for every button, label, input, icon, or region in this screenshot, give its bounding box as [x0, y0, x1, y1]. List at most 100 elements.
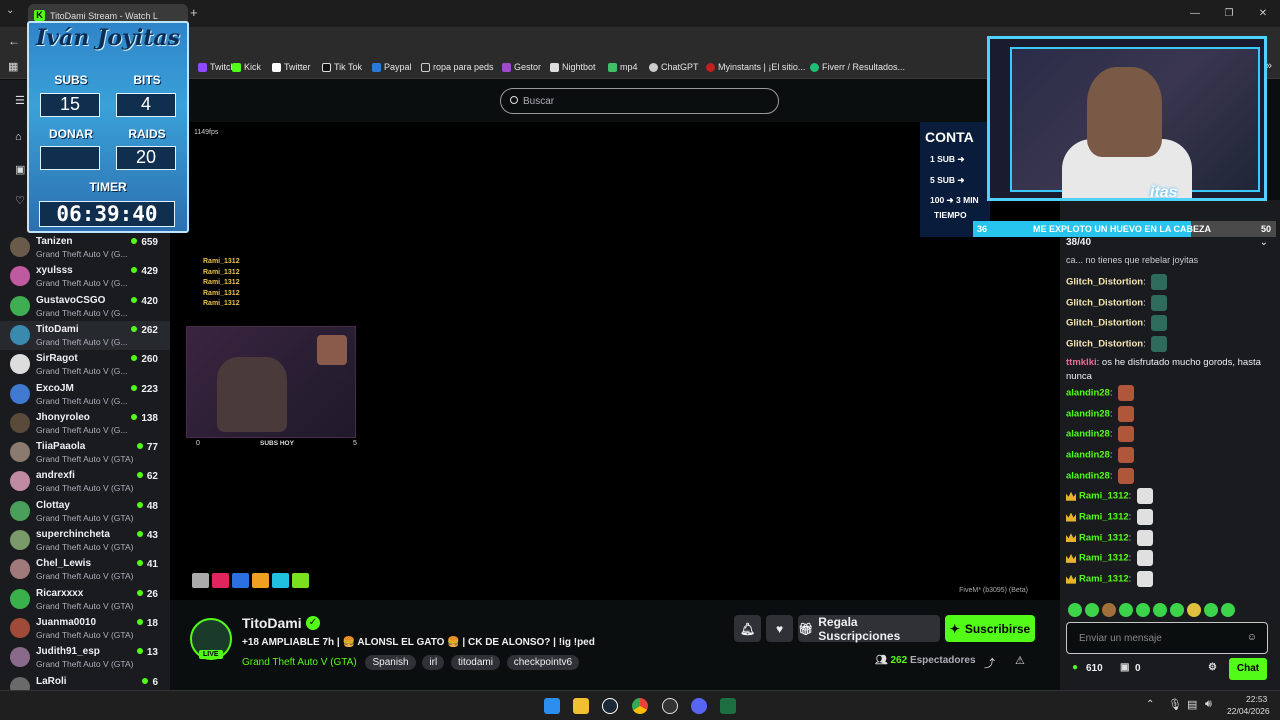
- close-window-button[interactable]: ✕: [1246, 0, 1280, 27]
- emote-icon[interactable]: [1204, 603, 1218, 617]
- quick-emotes: [1068, 603, 1268, 619]
- sidebar-channel-item[interactable]: andrexfi Grand Theft Auto V (GTA) 62: [0, 467, 170, 496]
- chat-username[interactable]: Glitch_Distortion: [1066, 318, 1143, 329]
- bookmark-kick[interactable]: Kick: [232, 55, 261, 79]
- home-icon[interactable]: ⌂: [15, 131, 27, 143]
- apps-icon[interactable]: ▦: [8, 60, 18, 73]
- sidebar-channel-item[interactable]: Judith91_esp Grand Theft Auto V (GTA) 13: [0, 643, 170, 672]
- emote-icon[interactable]: [1221, 603, 1235, 617]
- bookmark-fiverr[interactable]: Fiverr / Resultados...: [810, 55, 905, 79]
- avatar: [10, 588, 30, 609]
- sidebar-channel-item[interactable]: ExcoJM Grand Theft Auto V (G... 223: [0, 380, 170, 409]
- menu-icon[interactable]: ☰: [15, 95, 27, 107]
- chat-username[interactable]: Glitch_Distortion: [1066, 297, 1143, 308]
- file-explorer-icon[interactable]: [573, 698, 589, 714]
- tray-chevron-icon[interactable]: ⌃: [1146, 699, 1154, 710]
- gift-subs-button[interactable]: 🎁︎ Regala Suscripciones: [798, 615, 940, 643]
- emote-icon[interactable]: [1068, 603, 1082, 617]
- channel-name[interactable]: TitoDami: [242, 615, 302, 631]
- emote-icon[interactable]: [1085, 603, 1099, 617]
- chrome-icon[interactable]: [632, 698, 648, 714]
- sidebar-channel-item[interactable]: Jhonyroleo Grand Theft Auto V (G... 138: [0, 409, 170, 438]
- chat-username[interactable]: alandin28: [1066, 387, 1110, 398]
- chat-username[interactable]: alandin28: [1066, 470, 1110, 481]
- notifications-button[interactable]: 🔔︎: [734, 615, 761, 642]
- emote-icon[interactable]: [1102, 603, 1116, 617]
- obs-icon[interactable]: [662, 698, 678, 714]
- clock-date[interactable]: 22/04/2026: [1227, 706, 1270, 716]
- windows-start-icon[interactable]: [544, 698, 560, 714]
- rami-line: Rami_1312: [203, 258, 240, 265]
- bookmark-twitch[interactable]: Twitch: [198, 55, 236, 79]
- chat-username[interactable]: Glitch_Distortion: [1066, 277, 1143, 288]
- share-icon[interactable]: ⤴: [984, 655, 995, 671]
- sidebar-channel-item[interactable]: xyulsss Grand Theft Auto V (G... 429: [0, 262, 170, 291]
- chat-username[interactable]: Rami_1312: [1079, 553, 1129, 564]
- sidebar-channel-item[interactable]: Juanma0010 Grand Theft Auto V (GTA) 18: [0, 614, 170, 643]
- back-icon[interactable]: ←: [8, 34, 20, 48]
- chat-username[interactable]: Rami_1312: [1079, 574, 1129, 585]
- sidebar-channel-item[interactable]: Clottay Grand Theft Auto V (GTA) 48: [0, 497, 170, 526]
- tab-list-icon[interactable]: ⌄: [6, 5, 14, 16]
- network-icon[interactable]: ▤: [1187, 698, 1197, 711]
- bookmark-gestor[interactable]: Gestor: [502, 55, 541, 79]
- excel-icon[interactable]: [720, 698, 736, 714]
- browse-icon[interactable]: ▣: [15, 164, 27, 176]
- chat-username[interactable]: alandin28: [1066, 408, 1110, 419]
- bookmark-nightbot[interactable]: Nightbot: [550, 55, 596, 79]
- chat-username[interactable]: Glitch_Distortion: [1066, 339, 1143, 350]
- search-input[interactable]: Buscar: [500, 88, 779, 114]
- new-tab-button[interactable]: +: [190, 5, 198, 20]
- sidebar-channel-item[interactable]: superchincheta Grand Theft Auto V (GTA) 43: [0, 526, 170, 555]
- bookmark-myinstants[interactable]: Myinstants | ¡El sitio...: [706, 55, 805, 79]
- gear-icon[interactable]: ⚙: [1208, 662, 1217, 673]
- minimize-button[interactable]: —: [1178, 0, 1212, 27]
- chat-username[interactable]: Rami_1312: [1079, 491, 1129, 502]
- chat-username[interactable]: ttmklki: [1066, 357, 1097, 368]
- bookmark-tiktok[interactable]: Tik Tok: [322, 55, 362, 79]
- chevron-down-icon[interactable]: ⌄: [1260, 237, 1268, 248]
- points-value[interactable]: 610: [1086, 663, 1103, 674]
- bookmark-chatgpt[interactable]: ChatGPT: [649, 55, 699, 79]
- chat-username[interactable]: alandin28: [1066, 429, 1110, 440]
- tag-chip[interactable]: checkpointv6: [506, 655, 580, 670]
- bookmark-ropa[interactable]: ropa para peds: [421, 55, 494, 79]
- sidebar-channel-item[interactable]: Ricarxxxx Grand Theft Auto V (GTA) 26: [0, 585, 170, 614]
- chat-username[interactable]: alandin28: [1066, 449, 1110, 460]
- steam-icon[interactable]: [602, 698, 618, 714]
- sidebar-channel-item[interactable]: Tanizen Grand Theft Auto V (G... 659: [0, 233, 170, 262]
- goal-start: 36: [977, 224, 988, 234]
- microphone-icon[interactable]: 🎙︎: [1168, 698, 1182, 711]
- chat-username[interactable]: Rami_1312: [1079, 512, 1129, 523]
- emote-icon[interactable]: [1136, 603, 1150, 617]
- discord-icon[interactable]: [691, 698, 707, 714]
- emoji-icon[interactable]: ☺: [1247, 632, 1257, 643]
- category-link[interactable]: Grand Theft Auto V (GTA): [242, 657, 357, 668]
- emote-icon[interactable]: [1170, 603, 1184, 617]
- tag-chip[interactable]: Spanish: [365, 655, 416, 670]
- drops-value[interactable]: 0: [1135, 663, 1141, 674]
- subscribe-button[interactable]: ✦ Suscribirse: [945, 615, 1035, 642]
- emote-icon[interactable]: [1187, 603, 1201, 617]
- bookmark-mp4[interactable]: mp4: [608, 55, 638, 79]
- sidebar-channel-item[interactable]: Chel_Lewis Grand Theft Auto V (GTA) 41: [0, 555, 170, 584]
- chat-input[interactable]: Enviar un mensaje ☺: [1066, 622, 1268, 654]
- chat-send-button[interactable]: Chat: [1229, 658, 1267, 680]
- bookmark-paypal[interactable]: Paypal: [372, 55, 412, 79]
- sidebar-channel-item[interactable]: GustavoCSGO Grand Theft Auto V (G... 420: [0, 292, 170, 321]
- bookmark-twitter[interactable]: Twitter: [272, 55, 311, 79]
- chat-username[interactable]: Rami_1312: [1079, 532, 1129, 543]
- following-icon[interactable]: ♡: [15, 195, 27, 207]
- emote-icon[interactable]: [1153, 603, 1167, 617]
- sidebar-channel-item[interactable]: TiiaPaaola Grand Theft Auto V (GTA) 77: [0, 438, 170, 467]
- clock-time[interactable]: 22:53: [1246, 694, 1267, 704]
- emote-icon[interactable]: [1119, 603, 1133, 617]
- sidebar-channel-item[interactable]: SirRagot Grand Theft Auto V (G... 260: [0, 350, 170, 379]
- tag-chip[interactable]: titodami: [450, 655, 500, 670]
- report-icon[interactable]: ⚠: [1015, 654, 1025, 667]
- maximize-button[interactable]: ❐: [1212, 0, 1246, 27]
- sidebar-channel-item[interactable]: TitoDami Grand Theft Auto V (G... 262: [0, 320, 170, 350]
- tag-chip[interactable]: irl: [422, 655, 445, 670]
- volume-icon[interactable]: 🔊︎: [1205, 698, 1212, 711]
- follow-button[interactable]: ♥: [766, 615, 793, 642]
